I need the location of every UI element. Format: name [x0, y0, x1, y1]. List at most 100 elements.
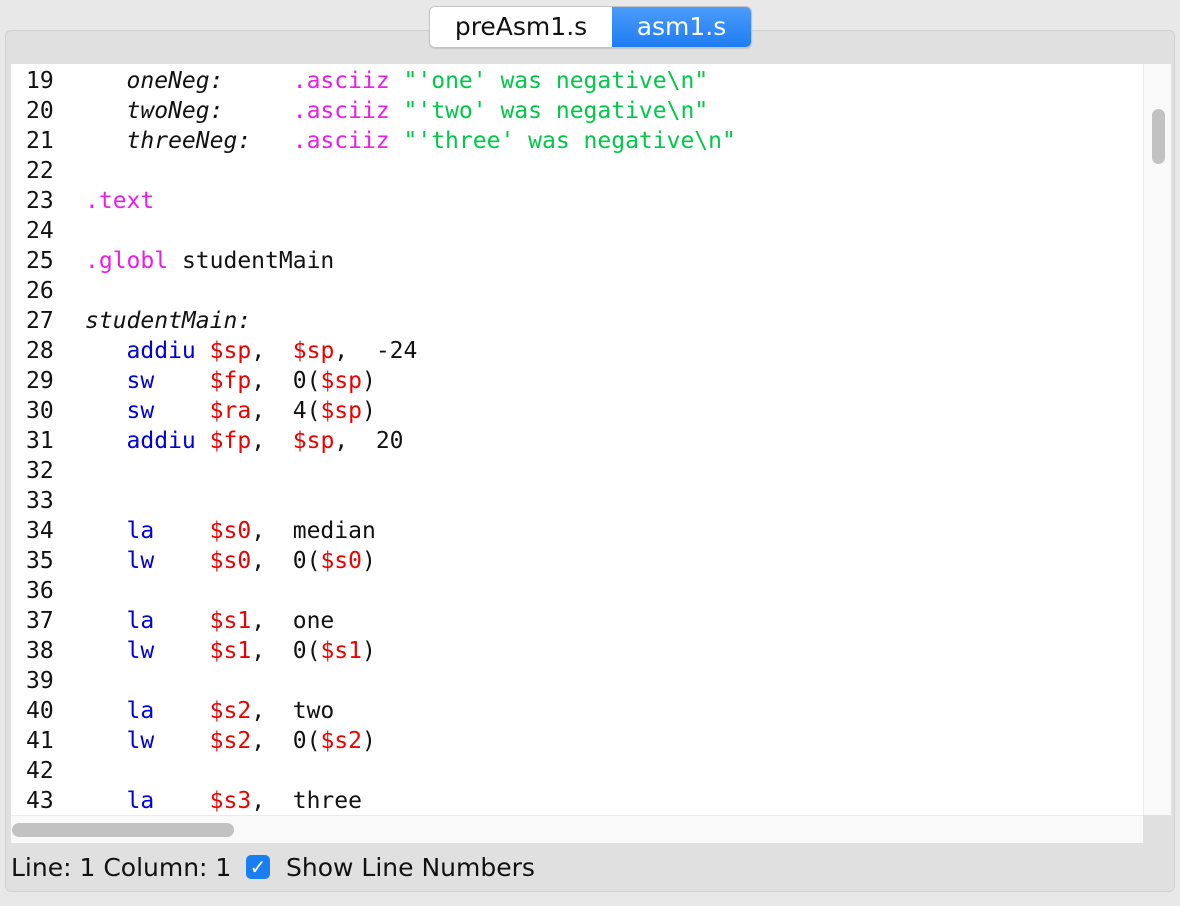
code-register: $fp	[209, 368, 252, 394]
code-line[interactable]: threeNeg: .asciiz "'three' was negative\…	[85, 126, 736, 156]
line-number: 30	[26, 398, 54, 424]
code-line[interactable]: sw $ra, 4($sp)	[85, 396, 376, 426]
code-line[interactable]: studentMain:	[85, 306, 251, 336]
code-line[interactable]: .globl studentMain	[85, 246, 334, 276]
horizontal-scrollbar[interactable]	[11, 815, 1143, 843]
code-register: $ra	[209, 398, 252, 424]
code-register: $s0	[209, 548, 252, 574]
code-text: ,	[251, 428, 293, 454]
line-number: 29	[26, 368, 54, 394]
code-instruction: la	[126, 608, 155, 634]
line-number: 26	[26, 278, 54, 304]
file-tab-bar: preAsm1.s asm1.s	[429, 6, 752, 48]
code-instruction: addiu	[126, 428, 196, 454]
code-directive: .asciiz	[292, 98, 390, 124]
code-register: $s1	[209, 608, 252, 634]
code-line[interactable]: addiu $sp, $sp, -24	[85, 336, 418, 366]
tab-asm1[interactable]: asm1.s	[612, 7, 751, 47]
code-directive: .asciiz	[292, 128, 390, 154]
code-register: $sp	[320, 398, 362, 424]
code-label: oneNeg:	[85, 68, 224, 94]
show-line-numbers-label[interactable]: Show Line Numbers	[286, 850, 535, 886]
code-line[interactable]: lw $s2, 0($s2)	[85, 726, 376, 756]
code-register: $s2	[320, 728, 362, 754]
line-number: 28	[26, 338, 54, 364]
code-line[interactable]: oneNeg: .asciiz "'one' was negative\n"	[85, 66, 709, 96]
code-label: threeNeg:	[85, 128, 252, 154]
code-text: , -24	[334, 338, 418, 364]
code-line[interactable]: lw $s1, 0($s1)	[85, 636, 376, 666]
vertical-scroll-thumb[interactable]	[1152, 109, 1165, 164]
code-text: , two	[251, 698, 335, 724]
code-line[interactable]: la $s2, two	[85, 696, 335, 726]
line-number: 38	[26, 638, 54, 664]
line-number: 37	[26, 608, 54, 634]
checkmark-icon: ✓	[249, 855, 267, 879]
code-register: $s1	[209, 638, 252, 664]
line-number: 43	[26, 788, 54, 814]
code-line[interactable]: la $s1, one	[85, 606, 335, 636]
horizontal-scroll-thumb[interactable]	[12, 823, 234, 837]
tab-preasm1[interactable]: preAsm1.s	[430, 7, 612, 47]
line-number: 41	[26, 728, 54, 754]
cursor-position-status: Line: 1 Column: 1	[11, 853, 232, 882]
code-register: $sp	[209, 338, 252, 364]
code-register: $s3	[209, 788, 252, 814]
code-text: , one	[251, 608, 335, 634]
code-line[interactable]: twoNeg: .asciiz "'two' was negative\n"	[85, 96, 709, 126]
code-text: )	[361, 398, 376, 424]
code-string: "'three' was negative\n"	[403, 128, 736, 154]
vertical-scrollbar[interactable]	[1143, 64, 1171, 815]
code-instruction: la	[126, 518, 155, 544]
code-text: studentMain	[168, 248, 335, 274]
code-text: , 0(	[251, 728, 321, 754]
line-number: 36	[26, 578, 54, 604]
code-text-area[interactable]: oneNeg: .asciiz "'one' was negative\n" t…	[85, 64, 1140, 815]
code-instruction: la	[126, 698, 155, 724]
line-number: 34	[26, 518, 54, 544]
code-register: $s0	[320, 548, 362, 574]
code-text: )	[361, 368, 376, 394]
line-number: 27	[26, 308, 54, 334]
code-line[interactable]: sw $fp, 0($sp)	[85, 366, 376, 396]
code-line[interactable]: .text	[85, 186, 154, 216]
code-editor[interactable]: 19 20 21 22 23 24 25 26 27 28 29 30 31 32 33 34 35 36 37 38…	[11, 64, 1143, 815]
code-register: $sp	[292, 428, 335, 454]
show-line-numbers-checkbox[interactable]: ✓	[246, 855, 270, 879]
code-line[interactable]: la $s0, median	[85, 516, 376, 546]
code-register: $s2	[209, 728, 252, 754]
code-text: , median	[251, 518, 376, 544]
code-line[interactable]: addiu $fp, $sp, 20	[85, 426, 404, 456]
code-register: $sp	[292, 338, 335, 364]
code-directive: .asciiz	[292, 68, 390, 94]
code-line[interactable]: la $s3, three	[85, 786, 362, 815]
code-instruction: sw	[126, 398, 155, 424]
line-number: 19	[26, 68, 54, 94]
code-text: , 0(	[251, 368, 321, 394]
code-instruction: addiu	[126, 338, 196, 364]
code-register: $sp	[320, 368, 362, 394]
code-text: )	[361, 548, 376, 574]
code-text: , 4(	[251, 398, 321, 424]
code-instruction: lw	[126, 728, 155, 754]
code-text: )	[361, 638, 376, 664]
code-string: "'one' was negative\n"	[403, 68, 709, 94]
code-text: ,	[251, 338, 293, 364]
code-line[interactable]: lw $s0, 0($s0)	[85, 546, 376, 576]
code-directive: .globl	[85, 248, 169, 274]
